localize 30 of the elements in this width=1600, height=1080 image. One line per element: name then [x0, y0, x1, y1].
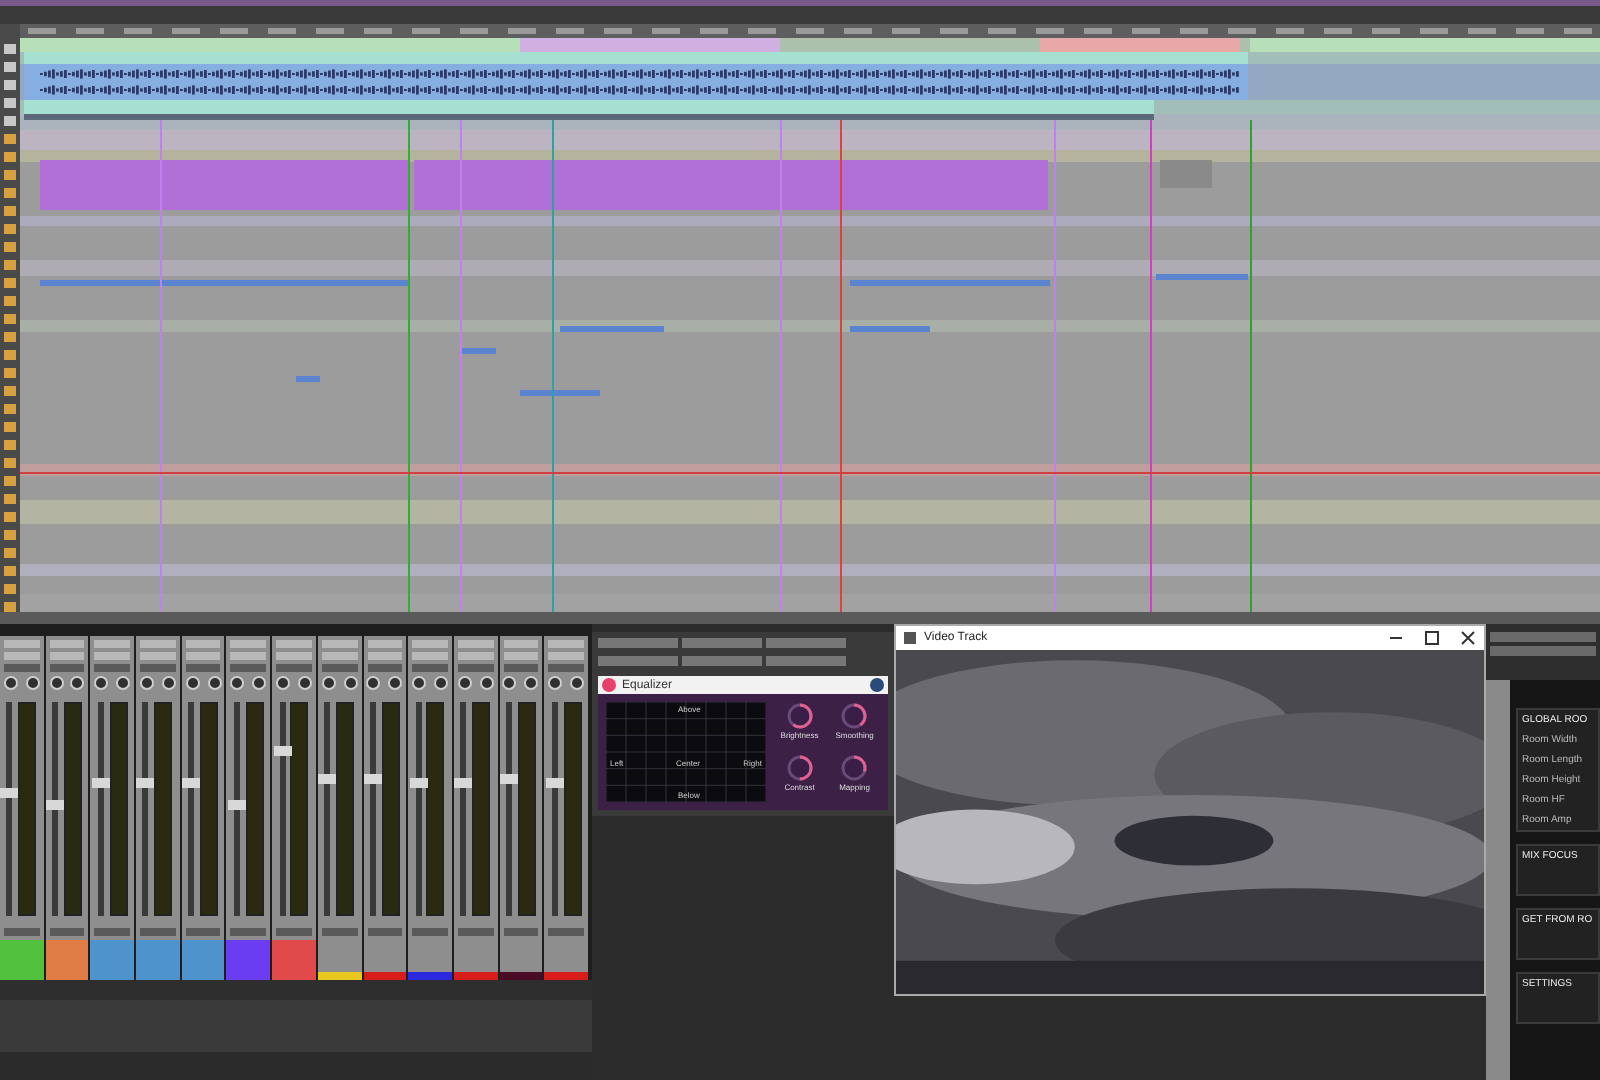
dropdown-field[interactable] [1490, 646, 1596, 656]
fader[interactable] [551, 702, 558, 916]
knob[interactable] [840, 702, 869, 730]
dropdown-field[interactable] [1490, 632, 1596, 642]
fader[interactable] [460, 702, 467, 916]
fader[interactable] [324, 702, 331, 916]
preset-field[interactable] [766, 656, 846, 666]
fader[interactable] [415, 702, 422, 916]
fader[interactable] [505, 702, 512, 916]
knob[interactable] [785, 754, 814, 782]
fader[interactable] [279, 702, 286, 916]
fader[interactable] [369, 702, 376, 916]
knob[interactable] [785, 702, 814, 730]
close-icon[interactable] [1460, 630, 1476, 646]
fader[interactable] [233, 702, 240, 916]
maximize-icon[interactable] [1424, 630, 1440, 646]
preset-field[interactable] [598, 656, 678, 666]
plugin-logo-icon [602, 678, 616, 692]
fader[interactable] [142, 702, 149, 916]
preset-field[interactable] [766, 638, 846, 648]
fader[interactable] [6, 702, 13, 916]
app-icon [904, 632, 916, 644]
fader[interactable] [97, 702, 104, 916]
preset-field[interactable] [682, 656, 762, 666]
globe-icon[interactable] [870, 678, 884, 692]
fader[interactable] [188, 702, 195, 916]
knob[interactable] [840, 754, 869, 782]
preset-field[interactable] [682, 638, 762, 648]
preset-field[interactable] [598, 638, 678, 648]
fader[interactable] [52, 702, 59, 916]
